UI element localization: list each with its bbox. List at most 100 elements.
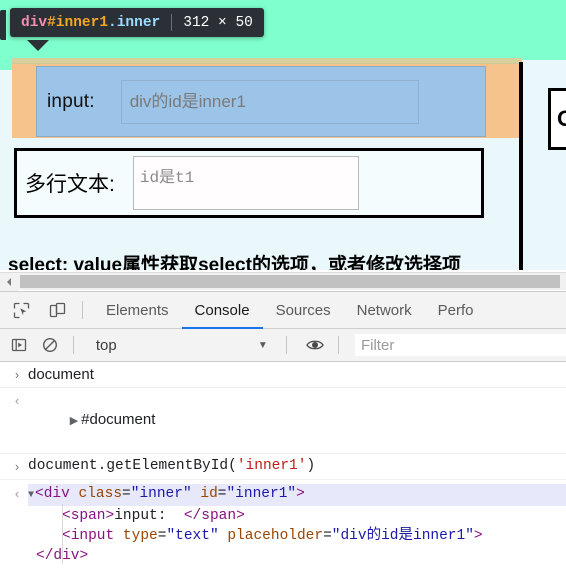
console-toolbar: top ▼ bbox=[0, 329, 566, 362]
console-row-result-document[interactable]: ‹ ▶ #document bbox=[0, 388, 566, 454]
node-output-lines: ▼<div class="inner" id="inner1"> <span>in… bbox=[28, 484, 566, 566]
page-horizontal-scrollbar[interactable] bbox=[0, 272, 566, 291]
console-row-command-document[interactable]: › document bbox=[0, 362, 566, 388]
command-suffix: ) bbox=[306, 458, 316, 474]
console-result-node[interactable]: ▶ #document bbox=[28, 391, 566, 450]
console-result-node-label: #document bbox=[81, 411, 156, 428]
tab-console[interactable]: Console bbox=[182, 292, 263, 329]
node-token-punc: < bbox=[62, 508, 71, 524]
tooltip-tag-name: div bbox=[21, 14, 48, 31]
disclosure-triangle-expanded-icon[interactable]: ▼ bbox=[28, 486, 34, 506]
element-highlight-tooltip: div #inner1 .inner 312 × 50 bbox=[10, 8, 264, 37]
console-context-value: top bbox=[95, 336, 117, 354]
select-description-text: select: value属性获取select的选项，或者修改选择项 bbox=[8, 255, 461, 270]
textarea-row: 多行文本: bbox=[14, 148, 484, 218]
node-token-punc: </ bbox=[183, 508, 202, 524]
node-token-tag: input bbox=[70, 528, 115, 544]
node-token-punc: > bbox=[473, 528, 483, 544]
node-token-punc: > bbox=[79, 548, 89, 564]
devtools-tabbar: Elements Console Sources Network Perfo bbox=[0, 292, 566, 329]
tooltip-dimensions: 312 × 50 bbox=[183, 14, 253, 31]
tab-sources-label: Sources bbox=[275, 301, 331, 319]
node-token-tag: span bbox=[70, 508, 106, 524]
devtools-panel: Elements Console Sources Network Perfo t… bbox=[0, 291, 566, 588]
node-token-tag: span bbox=[201, 508, 237, 524]
tab-elements[interactable]: Elements bbox=[93, 292, 182, 329]
node-token-punc: </ bbox=[36, 548, 54, 564]
node-token-attr: type bbox=[122, 528, 158, 544]
tab-network[interactable]: Network bbox=[344, 292, 425, 329]
tab-performance[interactable]: Perfo bbox=[425, 292, 487, 329]
tooltip-divider bbox=[171, 14, 173, 31]
tab-sources[interactable]: Sources bbox=[263, 292, 344, 329]
node-output-line: </div> bbox=[28, 546, 566, 566]
margin-highlight-overlay-left bbox=[0, 60, 12, 70]
console-result-icon: ‹ bbox=[14, 393, 20, 408]
console-command-getelementbyid: document.getElementById('inner1') bbox=[28, 457, 566, 476]
tab-network-label: Network bbox=[356, 301, 412, 319]
node-token-txt: = bbox=[323, 528, 332, 544]
command-prefix: document.getElementById( bbox=[28, 458, 237, 474]
inspect-element-icon[interactable] bbox=[6, 295, 36, 325]
node-token-val: "inner1" bbox=[226, 486, 297, 502]
node-indent-guide bbox=[62, 504, 63, 564]
node-token-txt: = bbox=[122, 486, 131, 502]
tab-performance-label: Perfo bbox=[437, 301, 474, 319]
highlighted-div-inner1[interactable]: input: bbox=[12, 63, 522, 138]
console-command-text: document bbox=[28, 366, 94, 383]
node-token-punc: > bbox=[296, 486, 305, 502]
console-prompt-icon-2: › bbox=[14, 459, 20, 474]
node-token-val: "inner" bbox=[130, 486, 192, 502]
console-sidebar-icon[interactable] bbox=[6, 330, 31, 360]
toolbar-divider bbox=[82, 301, 83, 319]
console-toolbar-divider-2 bbox=[285, 336, 287, 354]
text-input-inner1[interactable] bbox=[120, 79, 419, 124]
node-token-val: "text" bbox=[166, 528, 219, 544]
console-node-output[interactable]: ‹ ▼<div class="inner" id="inner1"> <span>… bbox=[0, 480, 566, 567]
tooltip-pointer-triangle bbox=[27, 40, 49, 51]
disclosure-triangle-icon[interactable]: ▶ bbox=[70, 412, 78, 431]
tooltip-element-id: #inner1 bbox=[47, 14, 109, 31]
clear-console-icon[interactable] bbox=[37, 330, 62, 360]
console-toolbar-divider-1 bbox=[72, 336, 74, 354]
node-token-attr: class bbox=[78, 486, 123, 502]
tab-console-label: Console bbox=[194, 301, 250, 319]
scroll-left-arrow-icon[interactable] bbox=[0, 272, 18, 291]
right-clipped-box: OI bbox=[548, 88, 566, 150]
node-token-punc: < bbox=[62, 528, 71, 544]
screenshot-root: input: 多行文本: OI select: value属性获取select的… bbox=[0, 0, 566, 588]
console-row-command-getelementbyid[interactable]: › document.getElementById('inner1') bbox=[0, 454, 566, 480]
live-expression-icon[interactable] bbox=[303, 330, 328, 360]
right-box-text: OI bbox=[557, 106, 566, 131]
chevron-down-icon: ▼ bbox=[257, 339, 268, 351]
input-row-label: input: bbox=[47, 90, 95, 112]
node-token-txt: input: bbox=[114, 508, 184, 524]
scrollbar-thumb[interactable] bbox=[20, 275, 560, 288]
node-token-attr: id bbox=[200, 486, 218, 502]
device-toolbar-icon[interactable] bbox=[42, 295, 72, 325]
node-token-txt bbox=[114, 528, 123, 544]
node-output-body: ▼<div class="inner" id="inner1"> <span>in… bbox=[28, 484, 566, 566]
console-log-area[interactable]: › document ‹ ▶ #document › document.getEl… bbox=[0, 362, 566, 588]
node-output-line: <input type="text" placeholder="div的id是i… bbox=[28, 526, 566, 546]
console-result-icon-3: ‹ bbox=[14, 486, 20, 501]
multiline-textarea-t1[interactable] bbox=[132, 156, 359, 210]
node-output-line: ▼<div class="inner" id="inner1"> bbox=[28, 484, 566, 506]
node-token-tag: div bbox=[53, 548, 80, 564]
console-filter-input[interactable] bbox=[354, 334, 566, 356]
node-token-attr: placeholder bbox=[227, 528, 324, 544]
node-token-punc: > bbox=[236, 508, 245, 524]
command-string-arg: 'inner1' bbox=[236, 458, 307, 474]
tooltip-left-edge bbox=[0, 10, 6, 40]
node-output-line: <span>input: </span> bbox=[28, 506, 566, 526]
console-prompt-icon: › bbox=[14, 367, 20, 382]
page-viewport: input: 多行文本: OI select: value属性获取select的… bbox=[0, 0, 566, 270]
console-context-select[interactable]: top ▼ bbox=[88, 334, 276, 357]
node-token-val: "div的id是inner1" bbox=[331, 528, 474, 544]
highlighted-content-box: input: bbox=[36, 66, 486, 137]
textarea-row-label: 多行文本: bbox=[25, 173, 115, 196]
node-token-punc: > bbox=[105, 508, 115, 524]
tooltip-class-name: .inner bbox=[108, 14, 161, 31]
node-token-txt bbox=[70, 486, 79, 502]
node-token-punc: < bbox=[35, 486, 44, 502]
